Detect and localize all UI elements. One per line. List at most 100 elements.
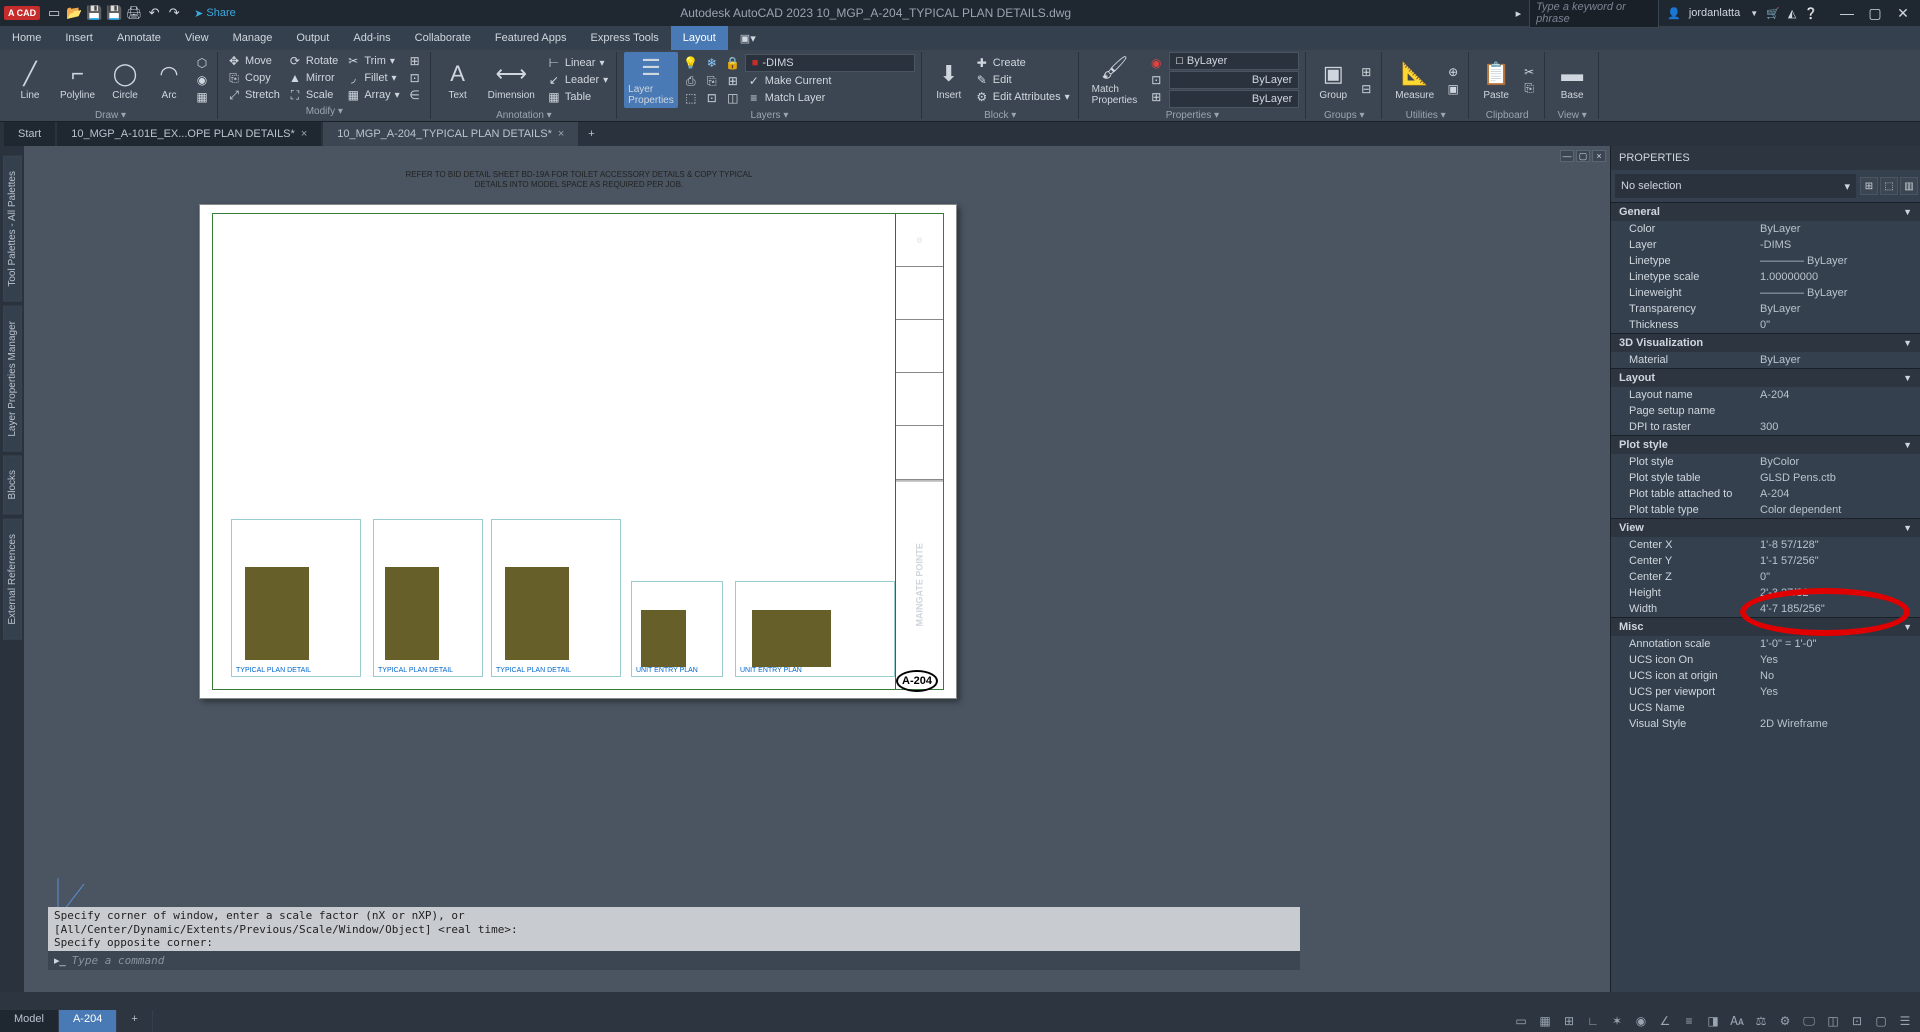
prop-row[interactable]: Linetype———— ByLayer [1611,253,1920,269]
status-workspace[interactable]: ⚙ [1774,1012,1796,1030]
doctab-101e[interactable]: 10_MGP_A-101E_EX...OPE PLAN DETAILS*× [57,122,321,146]
prop-misc2[interactable]: ⊞ [1147,89,1165,105]
dimension-button[interactable]: ⟷Dimension [482,52,541,108]
new-icon[interactable]: ▭ [46,5,62,21]
close-button[interactable]: ✕ [1890,3,1916,23]
tab-featured[interactable]: Featured Apps [483,26,579,50]
arc-button[interactable]: ◠Arc [149,52,189,108]
plan-detail[interactable]: UNIT ENTRY PLAN [631,581,723,677]
status-osnap[interactable]: ◉ [1630,1012,1652,1030]
prop-row[interactable]: MaterialByLayer [1611,352,1920,368]
undo-icon[interactable]: ↶ [146,5,162,21]
user-dd[interactable]: ▼ [1750,9,1758,18]
doctab-start[interactable]: Start [4,122,55,146]
prop-val[interactable]: ByLayer [1756,354,1920,366]
layer-selector[interactable]: ■-DIMS [745,54,915,72]
prop-row[interactable]: Layer-DIMS [1611,237,1920,253]
quick-select-icon[interactable]: ⊞ [1860,177,1878,195]
prop-row[interactable]: Thickness0" [1611,317,1920,333]
color-selector[interactable]: □ByLayer [1169,52,1299,70]
vc-min[interactable]: — [1560,150,1574,162]
command-input[interactable]: Type a command [72,954,1294,967]
status-clean[interactable]: ▢ [1870,1012,1892,1030]
palette-layer-manager[interactable]: Layer Properties Manager [3,306,22,452]
prop-val[interactable]: 0" [1756,319,1920,331]
status-paper[interactable]: ▭ [1510,1012,1532,1030]
layer-tool1[interactable]: ⎙ [682,73,700,89]
prop-misc1[interactable]: ⊡ [1147,72,1165,88]
group-tool1[interactable]: ⊞ [1357,64,1375,80]
tab-layout[interactable]: Layout [671,26,728,50]
prop-row[interactable]: UCS icon at originNo [1611,668,1920,684]
group-layers-label[interactable]: Layers ▾ [624,108,915,123]
status-otrack[interactable]: ∠ [1654,1012,1676,1030]
prop-val[interactable] [1756,405,1920,417]
prop-row[interactable]: Linetype scale1.00000000 [1611,269,1920,285]
cut-button[interactable]: ✂ [1520,64,1538,80]
prop-val[interactable]: Yes [1756,686,1920,698]
prop-val[interactable]: ByLayer [1756,223,1920,235]
layer-properties-button[interactable]: ☰Layer Properties [624,52,678,108]
prop-val[interactable]: ByLayer [1756,303,1920,315]
paste-button[interactable]: 📋Paste [1476,52,1516,108]
group-view-label[interactable]: View ▾ [1552,108,1592,123]
plan-detail[interactable]: TYPICAL PLAN DETAIL [231,519,361,677]
prop-row[interactable]: Center Z0" [1611,569,1920,585]
status-monitor[interactable]: 🖵 [1798,1012,1820,1030]
group-utilities-label[interactable]: Utilities ▾ [1389,108,1462,123]
trim-button[interactable]: ✂Trim ▾ [344,53,401,69]
prop-row[interactable]: Lineweight———— ByLayer [1611,285,1920,301]
prop-val[interactable]: 300 [1756,421,1920,433]
search-input[interactable]: Type a keyword or phrase [1529,0,1659,28]
minimize-button[interactable]: — [1834,3,1860,23]
group-annotation-label[interactable]: Annotation ▾ [438,108,611,123]
status-hw[interactable]: ⊡ [1846,1012,1868,1030]
linear-button[interactable]: ⊢Linear ▾ [545,55,610,71]
prop-row[interactable]: ColorByLayer [1611,221,1920,237]
rotate-button[interactable]: ⟳Rotate [286,53,340,69]
tab-collaborate[interactable]: Collaborate [403,26,483,50]
match-properties-button[interactable]: 🖌Match Properties [1086,52,1144,108]
mirror-button[interactable]: ▲Mirror [286,70,340,86]
paper-sheet[interactable]: ◎ MAINGATE POINTE TYPICAL PLAN DETAILTYP… [199,204,957,699]
status-annotation[interactable]: 🗛 [1726,1012,1748,1030]
measure-button[interactable]: 📐Measure [1389,52,1440,108]
select-objects-icon[interactable]: ⬚ [1880,177,1898,195]
prop-val[interactable]: -DIMS [1756,239,1920,251]
user-name[interactable]: jordanlatta [1689,7,1740,19]
save-icon[interactable]: 💾 [86,5,102,21]
close-tab-icon[interactable]: × [558,128,564,140]
prop-section-3d-visualization[interactable]: 3D Visualization▼ [1611,333,1920,352]
create-button[interactable]: ✚Create [973,55,1072,71]
saveas-icon[interactable]: 💾 [106,5,122,21]
drawing-canvas[interactable]: — ▢ × REFER TO BID DETAIL SHEET BD-19A F… [24,146,1610,992]
text-button[interactable]: AText [438,52,478,108]
prop-section-plot-style[interactable]: Plot style▼ [1611,435,1920,454]
fillet-button[interactable]: ◞Fillet ▾ [344,70,401,86]
prop-row[interactable]: Page setup name [1611,403,1920,419]
prop-val[interactable]: ByColor [1756,456,1920,468]
autodesk-icon[interactable]: ◭ [1788,7,1796,20]
status-annoscale[interactable]: ⚖ [1750,1012,1772,1030]
vc-close[interactable]: × [1592,150,1606,162]
help-icon[interactable]: ❔ [1804,7,1818,20]
insert-button[interactable]: ⬇Insert [929,52,969,108]
group-button[interactable]: ▣Group [1313,52,1353,108]
status-snap[interactable]: ⊞ [1558,1012,1580,1030]
prop-val[interactable]: Color dependent [1756,504,1920,516]
prop-val[interactable]: 2'-3 27/32" [1756,587,1920,599]
layer-tool5[interactable]: ⊡ [703,90,721,106]
prop-row[interactable]: UCS Name [1611,700,1920,716]
layer-on-icon[interactable]: 💡 [682,54,700,72]
prop-val[interactable]: 4'-7 185/256" [1756,603,1920,615]
scale-button[interactable]: ⛶Scale [286,87,340,103]
draw-misc2[interactable]: ◉ [193,72,211,88]
vc-max[interactable]: ▢ [1576,150,1590,162]
tab-express[interactable]: Express Tools [578,26,670,50]
lineweight-selector[interactable]: ByLayer [1169,71,1299,89]
draw-misc3[interactable]: ▦ [193,89,211,105]
prop-row[interactable]: TransparencyByLayer [1611,301,1920,317]
prop-val[interactable]: 1'-0" = 1'-0" [1756,638,1920,650]
plan-detail[interactable]: TYPICAL PLAN DETAIL [373,519,483,677]
prop-val[interactable]: A-204 [1756,488,1920,500]
